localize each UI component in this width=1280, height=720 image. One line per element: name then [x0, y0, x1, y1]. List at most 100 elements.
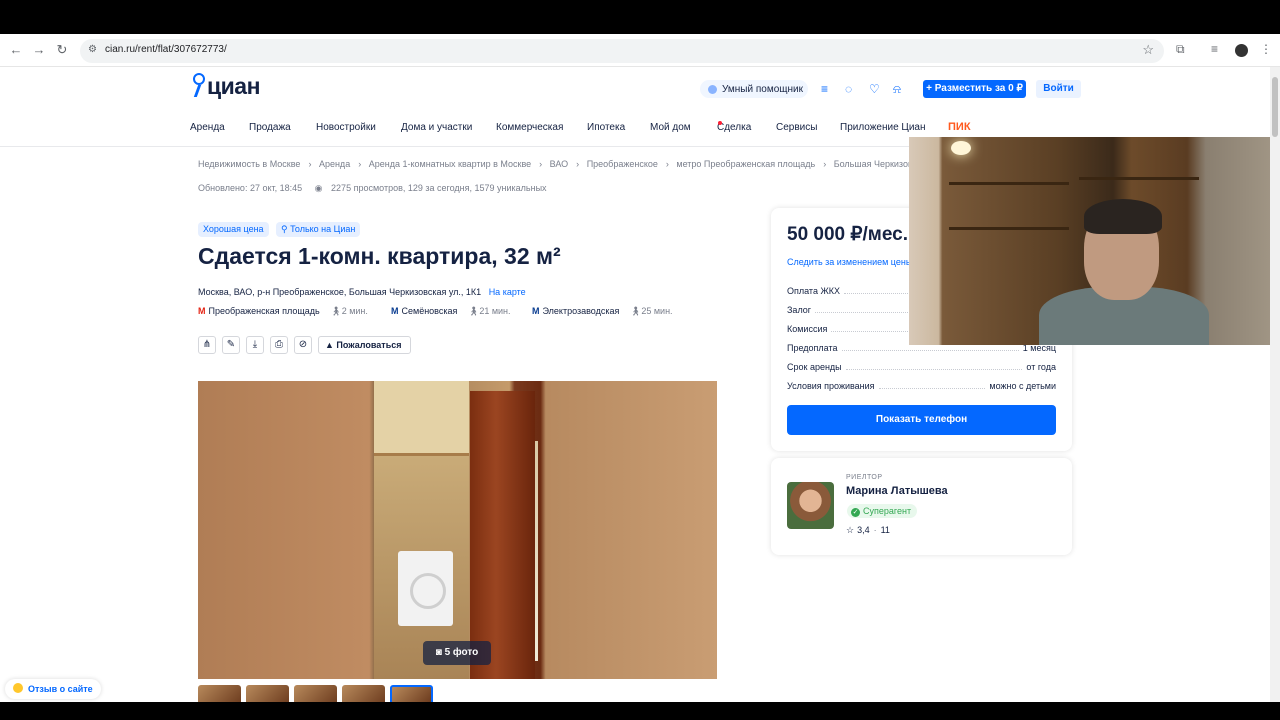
cian-logo[interactable]: циан: [190, 72, 260, 100]
term-label: Срок аренды: [787, 362, 842, 372]
hide-icon[interactable]: ⊘: [294, 336, 312, 354]
walk-icon: 🚶︎: [629, 306, 642, 316]
report-label: Пожаловаться: [336, 340, 402, 350]
nav-item-deal[interactable]: Сделка: [717, 121, 751, 133]
profile-avatar[interactable]: [1235, 44, 1248, 57]
nav-item-my-home[interactable]: Мой дом: [650, 122, 691, 133]
assistant-icon: [708, 84, 717, 94]
superagent-badge: ✓ Суперагент: [847, 504, 918, 518]
metro-item[interactable]: M Электрозаводская 🚶︎25 мин.: [532, 306, 673, 317]
photo-gallery[interactable]: ◙ 5 фото: [198, 381, 717, 679]
breadcrumb-item[interactable]: Преображенское: [587, 159, 658, 169]
metro-walk-time: 2 мин.: [341, 306, 368, 316]
agent-name[interactable]: Марина Латышева: [846, 485, 948, 497]
post-ad-button[interactable]: + Разместить за 0 ₽: [923, 80, 1026, 98]
term-value: можно с детьми: [989, 381, 1056, 391]
media-icon[interactable]: ≡: [1211, 42, 1218, 56]
menu-icon[interactable]: ⋮: [1260, 42, 1272, 56]
only-cian-badge[interactable]: ⚲ Только на Циан: [276, 222, 361, 237]
metro-item[interactable]: M Преображенская площадь 🚶︎2 мин.: [198, 306, 368, 317]
nav-item-services[interactable]: Сервисы: [776, 122, 817, 133]
follow-price-link[interactable]: Следить за изменением цены: [787, 257, 912, 267]
photo-thumbnail-active[interactable]: [390, 685, 433, 702]
term-row: Условия проживания можно с детьми: [787, 381, 1056, 400]
show-phone-button[interactable]: Показать телефон: [787, 405, 1056, 435]
extensions-icon[interactable]: ⧉: [1176, 42, 1185, 57]
share-icon[interactable]: ⋔: [198, 336, 216, 354]
separator-dot: ·: [873, 525, 877, 535]
rating-value: 3,4: [857, 525, 870, 535]
metro-item[interactable]: M Семёновская 🚶︎21 мин.: [391, 306, 511, 317]
site-settings-icon[interactable]: ⚙: [88, 44, 97, 55]
address-bar[interactable]: ⚙ cian.ru/rent/flat/307672773/ ☆: [80, 39, 1164, 63]
term-label: Залог: [787, 305, 812, 315]
good-price-badge[interactable]: Хорошая цена: [198, 222, 269, 237]
chat-icon[interactable]: ◌: [845, 82, 852, 96]
nav-item-new-buildings[interactable]: Новостройки: [316, 122, 376, 133]
nav-item-houses[interactable]: Дома и участки: [401, 122, 472, 133]
photo-thumbnail[interactable]: [294, 685, 337, 702]
view-stats[interactable]: 2275 просмотров, 129 за сегодня, 1579 ун…: [331, 183, 547, 193]
address-text[interactable]: Москва, ВАО, р-н Преображенское, Большая…: [198, 287, 481, 297]
check-icon: ✓: [851, 508, 860, 517]
webcam-lamp: [951, 141, 971, 155]
page-scrollbar[interactable]: [1270, 67, 1280, 702]
compare-list-icon[interactable]: ≡: [821, 82, 828, 96]
nav-deal-label: Сделка: [717, 122, 752, 133]
nav-item-app[interactable]: Приложение Циан: [840, 122, 926, 133]
video-top-bar: [0, 0, 1280, 34]
avatar[interactable]: [787, 482, 834, 529]
notifications-bell-icon[interactable]: ⍾: [893, 82, 901, 97]
print-icon[interactable]: ⎙: [270, 336, 288, 354]
term-dots: [878, 381, 986, 389]
breadcrumb-item[interactable]: ВАО: [550, 159, 569, 169]
report-button[interactable]: ▲ Пожаловаться: [318, 336, 411, 354]
agent-rating[interactable]: ☆ 3,4 · 11: [846, 525, 890, 536]
chevron-right-icon: ›: [539, 159, 543, 169]
smart-assistant-button[interactable]: Умный помощник: [700, 80, 808, 98]
back-icon[interactable]: ←: [8, 42, 24, 58]
metro-logo-icon: M: [391, 306, 399, 316]
metro-walk-time: 21 мин.: [479, 306, 511, 316]
term-label: Комиссия: [787, 324, 828, 334]
forward-icon[interactable]: →: [31, 42, 47, 58]
metro-name: Преображенская площадь: [208, 306, 320, 316]
chevron-right-icon: ›: [665, 159, 669, 169]
on-map-link[interactable]: На карте: [489, 287, 526, 297]
bookmark-star-icon[interactable]: ☆: [1142, 42, 1154, 58]
download-icon[interactable]: ⤓: [246, 336, 264, 354]
term-row: Предоплата 1 месяц: [787, 343, 1056, 362]
edit-icon[interactable]: ✎: [222, 336, 240, 354]
walk-icon: 🚶︎: [467, 306, 480, 316]
nav-item-mortgage[interactable]: Ипотека: [587, 122, 625, 133]
chevron-right-icon: ›: [823, 159, 827, 169]
smiley-icon: [13, 683, 23, 693]
favorites-heart-icon[interactable]: ♡: [869, 82, 880, 96]
superagent-label: Суперагент: [863, 506, 912, 516]
breadcrumb-item[interactable]: метро Преображенская площадь: [676, 159, 815, 169]
site-feedback-button[interactable]: Отзыв о сайте: [5, 679, 101, 699]
photo-thumbnail[interactable]: [342, 685, 385, 702]
login-button[interactable]: Войти: [1036, 80, 1081, 98]
browser-toolbar: ← → ↻ ⚙ cian.ru/rent/flat/307672773/ ☆ ⧉…: [0, 34, 1280, 67]
reload-icon[interactable]: ↻: [54, 42, 70, 58]
term-dots: [845, 362, 1023, 370]
breadcrumb-item[interactable]: Аренда 1-комнатных квартир в Москве: [369, 159, 531, 169]
webcam-shelf: [949, 227, 1069, 230]
term-label: Оплата ЖКХ: [787, 286, 841, 296]
breadcrumb-item[interactable]: Недвижимость в Москве: [198, 159, 300, 169]
photo-thumbnail[interactable]: [246, 685, 289, 702]
nav-item-sale[interactable]: Продажа: [249, 122, 291, 133]
listing-address: Москва, ВАО, р-н Преображенское, Большая…: [198, 287, 526, 297]
nav-item-rent[interactable]: Аренда: [190, 122, 225, 133]
agent-role: РИЕЛТОР: [846, 474, 883, 481]
photo-count-button[interactable]: ◙ 5 фото: [423, 641, 491, 665]
price-value: 50 000 ₽/мес.: [787, 224, 908, 245]
nav-item-pik[interactable]: ПИК: [948, 121, 971, 133]
breadcrumb-item[interactable]: Аренда: [319, 159, 350, 169]
chevron-right-icon: ›: [308, 159, 312, 169]
scrollbar-thumb[interactable]: [1272, 77, 1278, 137]
photo-thumbnail[interactable]: [198, 685, 241, 702]
nav-item-commercial[interactable]: Коммерческая: [496, 122, 563, 133]
metro-walk-time: 25 мин.: [641, 306, 673, 316]
